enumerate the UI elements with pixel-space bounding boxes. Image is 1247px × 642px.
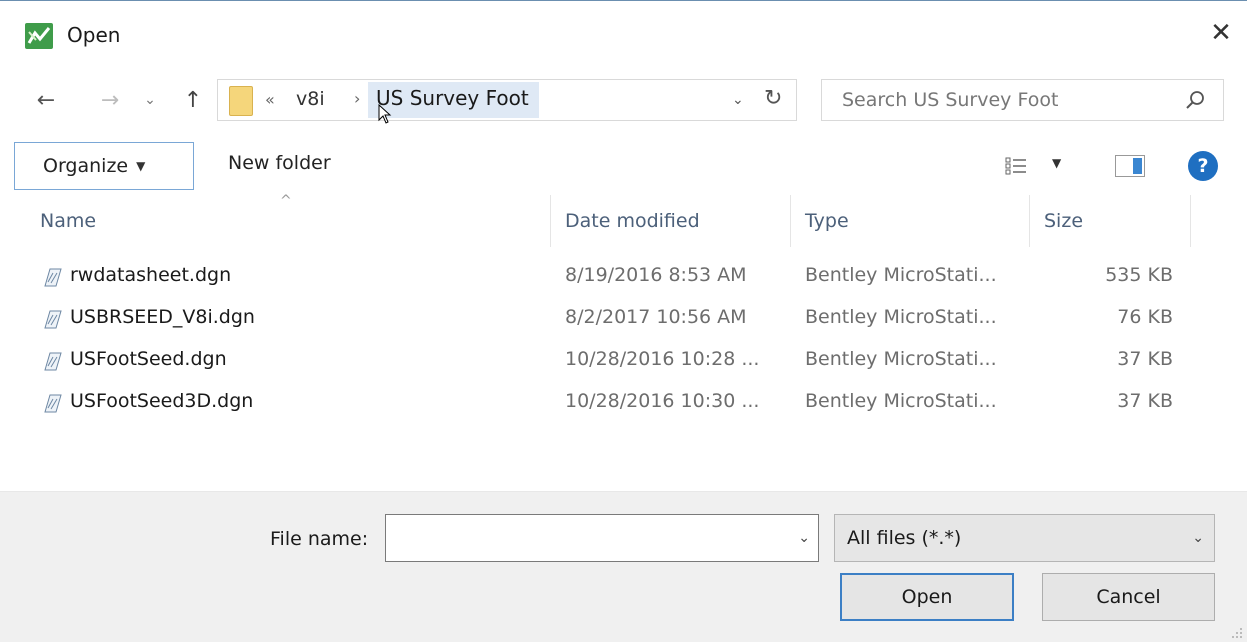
file-type: Bentley MicroStati... [805, 264, 997, 286]
dgn-file-icon [44, 352, 62, 371]
address-bar[interactable]: « v8i › US Survey Foot ⌄ ↻ [217, 79, 797, 124]
help-icon[interactable]: ? [1188, 151, 1218, 181]
forward-button[interactable]: → [96, 85, 124, 115]
preview-pane-icon[interactable] [1115, 155, 1145, 177]
chevron-down-icon: ⌄ [144, 92, 156, 108]
file-list: ^ Name Date modified Type Size rwdatashe… [0, 193, 1247, 491]
close-button[interactable]: ✕ [1203, 15, 1239, 51]
file-type: Bentley MicroStati... [805, 390, 997, 412]
column-header-size[interactable]: Size [1030, 195, 1191, 247]
column-header-type[interactable]: Type [791, 195, 1030, 247]
file-date: 8/19/2016 8:53 AM [565, 264, 747, 286]
file-type: Bentley MicroStati... [805, 348, 997, 370]
file-date: 10/28/2016 10:30 ... [565, 390, 760, 412]
file-date: 8/2/2017 10:56 AM [565, 306, 747, 328]
open-dialog: Open ✕ ← → ⌄ ↑ « v8i › US Survey Foot ⌄ [0, 0, 1247, 642]
file-type-select[interactable]: All files (*.*) ⌄ [834, 514, 1215, 562]
back-arrow-icon: ← [36, 87, 56, 113]
file-name-label: File name: [270, 528, 369, 550]
column-header-date-modified[interactable]: Date modified [551, 195, 791, 247]
folder-icon [229, 86, 253, 116]
breadcrumb-item-current[interactable]: US Survey Foot [368, 82, 539, 118]
file-size: 37 KB [1117, 348, 1173, 370]
search-box[interactable]: Search US Survey Foot [821, 79, 1224, 121]
dgn-file-icon [44, 268, 62, 287]
search-input[interactable]: Search US Survey Foot [842, 89, 1058, 111]
dgn-file-icon [44, 394, 62, 413]
resize-grip-icon[interactable] [1229, 625, 1243, 639]
file-date: 10/28/2016 10:28 ... [565, 348, 760, 370]
up-arrow-icon: ↑ [183, 87, 203, 113]
caret-down-icon: ▼ [136, 159, 146, 173]
window-title: Open [67, 23, 121, 47]
cancel-button[interactable]: Cancel [1042, 573, 1215, 621]
command-bar: Organize ▼ New folder ▼ ? [0, 139, 1247, 191]
file-size: 37 KB [1117, 390, 1173, 412]
dgn-file-icon [44, 310, 62, 329]
file-row[interactable]: USBRSEED_V8i.dgn 8/2/2017 10:56 AM Bentl… [26, 299, 1191, 339]
chevron-down-icon[interactable]: ⌄ [798, 530, 810, 546]
forward-arrow-icon: → [100, 87, 120, 113]
mouse-cursor-icon [378, 104, 392, 124]
file-name: USBRSEED_V8i.dgn [70, 306, 255, 328]
breadcrumb-overflow[interactable]: « [265, 90, 275, 109]
column-header-name[interactable]: Name [26, 195, 551, 247]
file-size: 76 KB [1117, 306, 1173, 328]
recent-locations-button[interactable]: ⌄ [140, 85, 160, 115]
organize-label: Organize [43, 155, 129, 177]
breadcrumb-separator-icon[interactable]: › [354, 89, 360, 108]
file-type: Bentley MicroStati... [805, 306, 997, 328]
organize-button[interactable]: Organize ▼ [14, 142, 194, 190]
address-dropdown-icon[interactable]: ⌄ [732, 92, 744, 108]
file-row[interactable]: USFootSeed.dgn 10/28/2016 10:28 ... Bent… [26, 341, 1191, 381]
chevron-down-icon: ⌄ [1192, 530, 1204, 546]
microstation-app-icon [25, 23, 53, 49]
title-bar: Open ✕ [0, 1, 1247, 71]
file-name: rwdatasheet.dgn [70, 264, 232, 286]
up-button[interactable]: ↑ [178, 85, 208, 115]
close-icon: ✕ [1210, 18, 1232, 48]
file-name-input[interactable]: ⌄ [385, 514, 819, 562]
view-dropdown-icon[interactable]: ▼ [1052, 156, 1061, 170]
refresh-icon[interactable]: ↻ [764, 86, 782, 111]
navigation-bar: ← → ⌄ ↑ « v8i › US Survey Foot ⌄ ↻ Searc… [0, 77, 1247, 124]
file-row[interactable]: USFootSeed3D.dgn 10/28/2016 10:30 ... Be… [26, 383, 1191, 423]
search-icon [1186, 91, 1204, 109]
back-button[interactable]: ← [30, 85, 62, 115]
new-folder-button[interactable]: New folder [228, 152, 331, 174]
open-button[interactable]: Open [840, 573, 1014, 621]
file-size: 535 KB [1105, 264, 1173, 286]
file-name: USFootSeed3D.dgn [70, 390, 254, 412]
breadcrumb-item-v8i[interactable]: v8i [296, 88, 325, 110]
view-options-icon[interactable] [1005, 157, 1027, 175]
file-row[interactable]: rwdatasheet.dgn 8/19/2016 8:53 AM Bentle… [26, 257, 1191, 297]
file-name: USFootSeed.dgn [70, 348, 227, 370]
file-type-value: All files (*.*) [847, 527, 962, 549]
dialog-footer: File name: ⌄ All files (*.*) ⌄ Open Canc… [0, 491, 1247, 642]
